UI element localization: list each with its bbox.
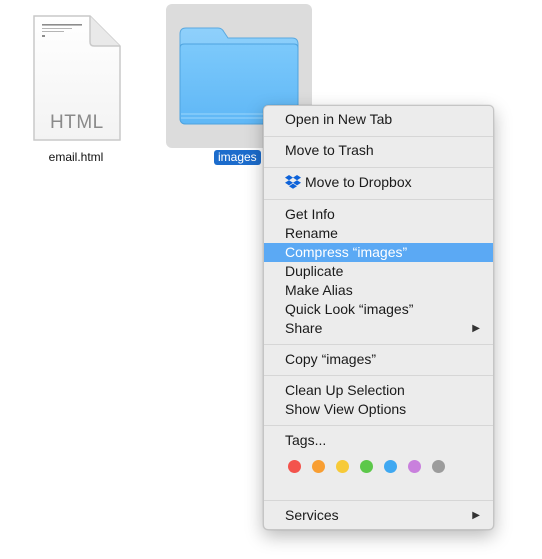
menu-item-make-alias[interactable]: Make Alias	[264, 281, 493, 300]
menu-separator	[264, 344, 493, 345]
menu-item-label: Services	[285, 507, 339, 523]
file-email-html[interactable]: HTML email.html	[16, 8, 136, 168]
tag-gray-dot[interactable]	[432, 460, 445, 473]
menu-item-clean-up-selection[interactable]: Clean Up Selection	[264, 381, 493, 400]
menu-item-label: Compress “images”	[285, 244, 408, 260]
menu-separator	[264, 167, 493, 168]
submenu-arrow-icon: ▶	[472, 323, 480, 334]
menu-item-label: Move to Trash	[285, 142, 374, 158]
menu-item-label: Get Info	[285, 206, 335, 222]
menu-item-get-info[interactable]: Get Info	[264, 205, 493, 224]
tag-purple-dot[interactable]	[408, 460, 421, 473]
finder-desktop: HTML email.html images Open in New Tab M…	[0, 0, 542, 559]
menu-item-duplicate[interactable]: Duplicate	[264, 262, 493, 281]
menu-separator	[264, 425, 493, 426]
menu-item-open-in-new-tab[interactable]: Open in New Tab	[264, 110, 493, 129]
menu-item-share[interactable]: Share ▶	[264, 319, 493, 338]
menu-item-label: Open in New Tab	[285, 111, 393, 127]
menu-item-label: Tags...	[285, 432, 327, 448]
menu-item-label: Clean Up Selection	[285, 382, 405, 398]
menu-item-rename[interactable]: Rename	[264, 224, 493, 243]
menu-item-quick-look[interactable]: Quick Look “images”	[264, 300, 493, 319]
menu-item-label: Rename	[285, 225, 338, 241]
menu-item-show-view-options[interactable]: Show View Options	[264, 400, 493, 419]
menu-item-copy[interactable]: Copy “images”	[264, 350, 493, 369]
tag-green-dot[interactable]	[360, 460, 373, 473]
tag-orange-dot[interactable]	[312, 460, 325, 473]
dropbox-icon	[285, 175, 301, 189]
menu-item-tags[interactable]: Tags...	[264, 431, 493, 450]
tag-red-dot[interactable]	[288, 460, 301, 473]
menu-item-move-to-dropbox[interactable]: Move to Dropbox	[264, 173, 493, 192]
menu-item-label: Copy “images”	[285, 351, 377, 367]
tag-yellow-dot[interactable]	[336, 460, 349, 473]
menu-item-compress[interactable]: Compress “images”	[264, 243, 493, 262]
menu-item-label: Make Alias	[285, 282, 353, 298]
menu-item-label: Share	[285, 320, 323, 336]
menu-item-label: Duplicate	[285, 263, 344, 279]
menu-item-label: Quick Look “images”	[285, 301, 414, 317]
menu-item-label: Move to Dropbox	[305, 174, 412, 190]
folder-name-label: images	[214, 150, 261, 165]
menu-item-services[interactable]: Services ▶	[264, 506, 493, 525]
file-type-label: HTML	[50, 112, 104, 133]
file-name-label: email.html	[48, 150, 104, 164]
menu-item-label: Show View Options	[285, 401, 407, 417]
context-menu: Open in New Tab Move to Trash Move to Dr…	[263, 105, 494, 530]
tag-blue-dot[interactable]	[384, 460, 397, 473]
menu-separator	[264, 199, 493, 200]
menu-separator	[264, 136, 493, 137]
menu-item-move-to-trash[interactable]: Move to Trash	[264, 141, 493, 160]
menu-separator	[264, 500, 493, 501]
menu-separator	[264, 375, 493, 376]
submenu-arrow-icon: ▶	[472, 510, 480, 521]
